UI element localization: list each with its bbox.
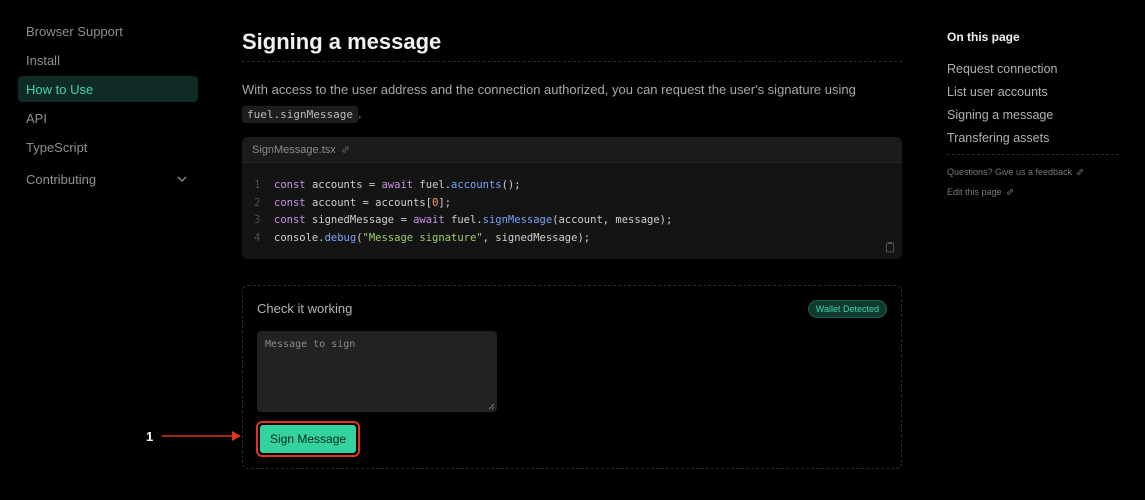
edit-label: Edit this page xyxy=(947,187,1002,197)
intro-period: . xyxy=(357,106,362,121)
line-number: 1 xyxy=(254,179,261,191)
code-token: console. xyxy=(274,231,325,244)
sidebar-item-install[interactable]: Install xyxy=(18,47,198,73)
sidebar-item-typescript[interactable]: TypeScript xyxy=(18,134,198,160)
highlight-box: Sign Message xyxy=(256,421,361,457)
sidebar-item-label: Contributing xyxy=(26,171,97,187)
code-token: await xyxy=(413,214,452,226)
code-token: (); xyxy=(501,179,521,191)
sidebar-item-label: Install xyxy=(26,52,60,68)
toc-title: On this page xyxy=(947,30,1020,44)
sidebar-item-api[interactable]: API xyxy=(18,105,198,131)
code-token: = xyxy=(394,214,414,226)
link-icon[interactable] xyxy=(340,144,351,155)
sidebar-item-label: API xyxy=(26,110,47,126)
sidebar-item-label: Browser Support xyxy=(26,23,123,39)
sign-message-button[interactable]: Sign Message xyxy=(260,425,357,453)
toc-divider xyxy=(947,154,1119,155)
code-token: accounts xyxy=(311,179,363,191)
code-token: const xyxy=(274,196,312,209)
code-token: "Message signature" xyxy=(362,231,483,244)
table-of-contents: On this page Request connection List use… xyxy=(947,30,1119,207)
page-title: Signing a message xyxy=(242,22,902,62)
code-token: = accounts[ xyxy=(356,196,433,209)
code-header: SignMessage.tsx xyxy=(242,137,902,163)
resize-grip-icon[interactable] xyxy=(487,402,495,410)
code-token: fuel. xyxy=(451,214,483,226)
code-token: signedMessage xyxy=(311,214,395,226)
code-line: 1 const accounts = await fuel.accounts(); xyxy=(254,177,890,195)
code-body: 1 const accounts = await fuel.accounts();… xyxy=(242,163,902,261)
code-line: 2 const account = accounts[0]; xyxy=(254,195,890,213)
line-number: 2 xyxy=(254,196,261,209)
sidebar-nav: Browser Support Install How to Use API T… xyxy=(18,18,198,195)
message-input[interactable] xyxy=(257,331,497,412)
annotation-number: 1 xyxy=(146,429,154,444)
status-badge: Wallet Detected xyxy=(807,300,887,318)
code-token: = xyxy=(362,179,382,191)
toc-item-list-user-accounts[interactable]: List user accounts xyxy=(947,85,1119,99)
code-token: debug xyxy=(324,231,357,244)
code-block: SignMessage.tsx 1 const accounts = await … xyxy=(242,137,902,259)
code-token: const xyxy=(274,179,312,191)
code-token: fuel. xyxy=(419,179,452,191)
code-token: (account, message); xyxy=(552,214,673,226)
code-line: 4 console.debug("Message signature", sign… xyxy=(254,230,890,248)
sidebar-item-label: How to Use xyxy=(26,81,94,97)
toc-item-request-connection[interactable]: Request connection xyxy=(947,62,1119,76)
inline-code: fuel.signMessage xyxy=(242,106,358,123)
code-line: 3 const signedMessage = await fuel.signMe… xyxy=(254,212,890,230)
code-token: , signedMessage); xyxy=(482,231,591,244)
feedback-label: Questions? Give us a feedback xyxy=(947,167,1073,177)
toc-item-transfering-assets[interactable]: Transfering assets xyxy=(947,131,1119,145)
toc-item-signing-a-message[interactable]: Signing a message xyxy=(947,108,1119,122)
sidebar-item-browser-support[interactable]: Browser Support xyxy=(18,18,198,44)
code-token: ]; xyxy=(438,196,452,209)
code-token: signMessage xyxy=(482,214,553,226)
sidebar-item-label: TypeScript xyxy=(26,139,88,155)
demo-title: Check it working xyxy=(257,301,353,316)
main-content: Signing a message With access to the use… xyxy=(242,22,902,469)
intro-text: With access to the user address and the … xyxy=(242,78,902,127)
edit-page-link[interactable]: Edit this page xyxy=(947,187,1119,197)
sidebar-item-contributing[interactable]: Contributing xyxy=(18,166,198,192)
sidebar-item-how-to-use[interactable]: How to Use xyxy=(18,76,198,102)
arrow-right-icon xyxy=(162,431,241,441)
intro-sentence: With access to the user address and the … xyxy=(242,82,856,97)
code-filename: SignMessage.tsx xyxy=(252,143,336,156)
code-token: accounts xyxy=(451,179,502,191)
line-number: 4 xyxy=(254,231,261,244)
link-icon xyxy=(1077,169,1083,175)
chevron-down-icon xyxy=(177,176,187,182)
feedback-link[interactable]: Questions? Give us a feedback xyxy=(947,167,1119,177)
link-icon xyxy=(1006,189,1013,195)
code-token: const xyxy=(274,214,312,226)
code-token: account xyxy=(311,196,357,209)
demo-panel: Check it working Wallet Detected Sign Me… xyxy=(242,285,902,469)
copy-icon[interactable] xyxy=(884,241,896,253)
line-number: 3 xyxy=(254,214,261,226)
code-token: await xyxy=(381,179,420,191)
